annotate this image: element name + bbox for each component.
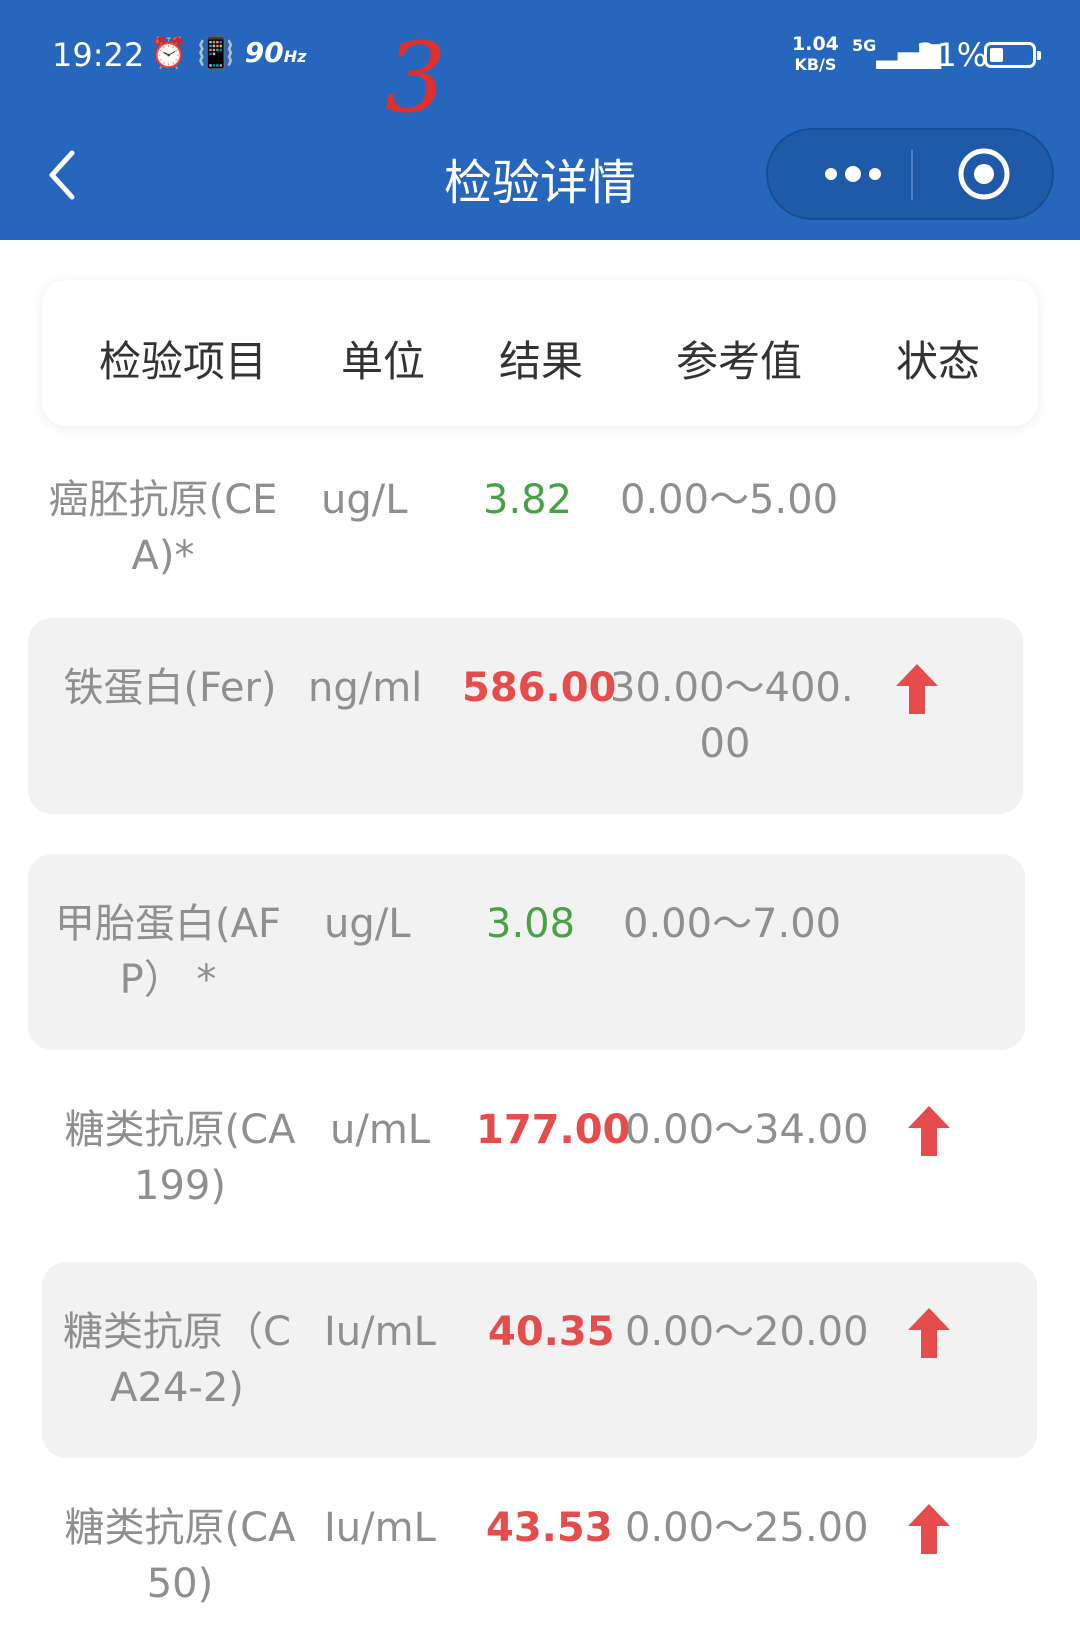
refresh-rate: 90Hz xyxy=(244,36,307,69)
battery-icon xyxy=(984,42,1041,68)
table-header: 检验项目 单位 结果 参考值 状态 xyxy=(42,280,1038,426)
item-result: 3.08 xyxy=(486,901,576,947)
header-result: 结果 xyxy=(499,337,584,386)
header-item: 检验项目 xyxy=(99,337,268,386)
item-result: 177.00 xyxy=(476,1107,631,1153)
item-reference: 0.00～34.00 xyxy=(625,1107,869,1153)
item-unit: u/mL xyxy=(330,1107,431,1153)
item-result: 40.35 xyxy=(488,1309,615,1355)
item-name: 糖类抗原（C A24-2) xyxy=(63,1309,291,1411)
arrow-up-icon xyxy=(908,1504,950,1554)
item-name: 糖类抗原(CA 50) xyxy=(64,1505,296,1607)
item-reference: 0.00～20.00 xyxy=(625,1309,869,1355)
table-row[interactable]: 癌胚抗原(CE A)* ug/L 3.82 0.00～5.00 xyxy=(40,460,1030,610)
arrow-up-icon xyxy=(908,1308,950,1358)
status-time: 19:22 xyxy=(52,36,145,74)
item-name: 甲胎蛋白(AF P） * xyxy=(55,901,281,1003)
item-result: 586.00 xyxy=(462,665,617,711)
table-row[interactable]: 甲胎蛋白(AF P） * ug/L 3.08 0.00～7.00 xyxy=(28,854,1025,1050)
item-unit: ug/L xyxy=(321,477,408,523)
more-button[interactable] xyxy=(808,130,898,218)
header-unit: 单位 xyxy=(341,337,426,386)
mini-program-capsule xyxy=(766,128,1054,220)
item-name: 铁蛋白(Fer) xyxy=(63,665,277,711)
arrow-up-icon xyxy=(896,664,938,714)
item-unit: Iu/mL xyxy=(324,1309,436,1355)
alarm-icon: ⏰ xyxy=(150,36,188,71)
table-row[interactable]: 糖类抗原(CA 199) u/mL 177.00 0.00～34.00 xyxy=(40,1090,1030,1240)
vibrate-icon: 📳 xyxy=(197,36,235,71)
item-reference: 0.00～25.00 xyxy=(625,1505,869,1551)
item-result: 43.53 xyxy=(486,1505,613,1551)
table-row[interactable]: 糖类抗原(CA 50) Iu/mL 43.53 0.00～25.00 xyxy=(40,1488,1030,1638)
handwritten-annotation: 3 xyxy=(385,22,447,134)
capsule-divider xyxy=(911,150,913,200)
battery-percent: 31% xyxy=(916,36,988,74)
header: 19:22 ⏰ 📳 90Hz 3 1.04 KB/S 5G▂▄▆ 31% 检验详情 xyxy=(0,0,1080,240)
close-miniprogram-icon[interactable] xyxy=(956,146,1012,202)
item-name: 糖类抗原(CA 199) xyxy=(64,1107,296,1209)
item-result: 3.82 xyxy=(483,477,573,523)
item-reference: 0.00～7.00 xyxy=(623,901,842,947)
item-unit: Iu/mL xyxy=(324,1505,436,1551)
header-reference: 参考值 xyxy=(676,337,803,386)
arrow-up-icon xyxy=(908,1106,950,1156)
item-unit: ng/ml xyxy=(308,665,423,711)
item-unit: ug/L xyxy=(324,901,411,947)
item-reference: 0.00～5.00 xyxy=(620,477,839,523)
status-bar: 19:22 ⏰ 📳 90Hz 3 1.04 KB/S 5G▂▄▆ 31% xyxy=(0,0,1080,126)
header-status: 状态 xyxy=(896,337,981,386)
item-reference: 30.00～400. 00 xyxy=(610,665,854,767)
network-speed: 1.04 KB/S xyxy=(792,33,839,74)
status-icons: ⏰ 📳 90Hz xyxy=(150,36,306,71)
item-name: 癌胚抗原(CE A)* xyxy=(48,477,278,579)
more-icon xyxy=(825,166,881,182)
table-row[interactable]: 糖类抗原（C A24-2) Iu/mL 40.35 0.00～20.00 xyxy=(42,1262,1037,1458)
table-row[interactable]: 铁蛋白(Fer) ng/ml 586.00 30.00～400. 00 xyxy=(28,618,1023,814)
